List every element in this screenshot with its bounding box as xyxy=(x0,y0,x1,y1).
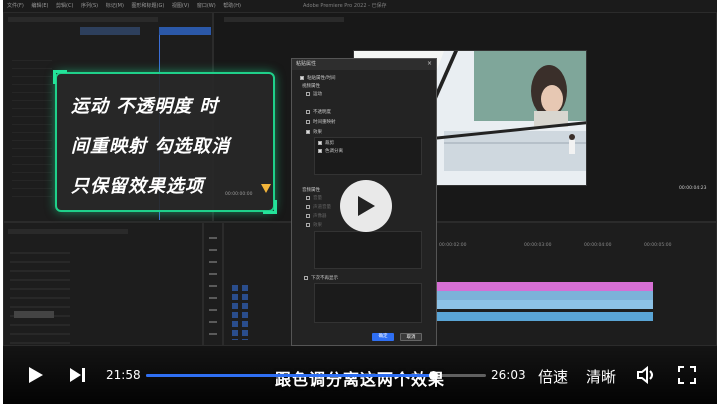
tools-panel xyxy=(203,222,223,346)
center-play-button[interactable] xyxy=(340,180,392,232)
menu-item: 序列(S) xyxy=(81,3,99,9)
project-panel xyxy=(3,222,203,346)
checkbox[interactable] xyxy=(306,196,310,200)
overlay-timecode: 00:00:00:00 xyxy=(225,192,253,197)
next-button[interactable] xyxy=(68,366,88,384)
menu-item: 窗口(W) xyxy=(196,3,216,9)
opacity-checkbox-row[interactable]: 不透明度 xyxy=(306,109,331,115)
total-time: 26:03 xyxy=(491,368,526,382)
ruler-label: 00:00:02:00 xyxy=(439,243,467,248)
menu-item: 剪辑(C) xyxy=(56,3,74,9)
volume-button[interactable] xyxy=(636,365,658,385)
paste-attr-checkbox-row[interactable]: 粘贴属性/时间 xyxy=(300,75,336,81)
menu-item: 帮助(H) xyxy=(223,3,241,9)
play-icon xyxy=(358,196,375,216)
next-icon xyxy=(70,368,85,382)
fullscreen-button[interactable] xyxy=(678,366,698,384)
no-show-checkbox-row[interactable]: 下次不再显示 xyxy=(304,275,338,281)
app-window-title: Adobe Premiere Pro 2022 - 已保存 xyxy=(303,3,387,9)
tutorial-overlay-card: 运动 不透明度 时 间重映射 勾选取消 只保留效果选项 00:00:00:00 xyxy=(53,70,277,214)
audio-effects-checkbox-row[interactable]: 效果 xyxy=(306,222,322,228)
cancel-button[interactable]: 取消 xyxy=(400,333,422,341)
progress-fill xyxy=(146,374,433,377)
checkbox[interactable] xyxy=(300,76,304,80)
audio-effects-box xyxy=(314,231,422,269)
video-frame[interactable]: 文件(F) 编辑(E) 剪辑(C) 序列(S) 标记(M) 图形和标题(G) 视… xyxy=(3,0,717,404)
menu-item: 标记(M) xyxy=(105,3,124,9)
timeline-clip-v3[interactable] xyxy=(437,282,653,291)
checkbox[interactable] xyxy=(304,276,308,280)
menu-item: 视图(V) xyxy=(171,3,190,9)
menu-item: 编辑(E) xyxy=(31,3,49,9)
time-remap-checkbox-row[interactable]: 时间重映射 xyxy=(306,119,336,125)
video-section-label: 视频属性 xyxy=(302,84,320,89)
checkbox[interactable] xyxy=(306,120,310,124)
quality-button[interactable]: 清晰 xyxy=(586,366,616,387)
timeline-clip-v2[interactable] xyxy=(437,291,653,300)
timeline-clip-v1[interactable] xyxy=(437,300,653,309)
menu-item: 文件(F) xyxy=(7,3,24,9)
play-button[interactable] xyxy=(26,366,46,384)
ruler-label: 00:00:05:00 xyxy=(644,243,672,248)
overlay-line-1: 运动 不透明度 时 xyxy=(71,96,219,117)
overlay-line-3: 只保留效果选项 xyxy=(71,176,204,197)
checkbox[interactable] xyxy=(306,223,310,227)
program-timecode: 00:00:04:23 xyxy=(679,186,707,191)
ruler-label: 00:00:03:00 xyxy=(524,243,552,248)
checkbox[interactable] xyxy=(318,141,322,145)
ok-button[interactable]: 确定 xyxy=(372,333,394,341)
play-icon xyxy=(29,367,43,383)
dialog-title: 粘贴属性 xyxy=(292,59,436,70)
speed-button[interactable]: 倍速 xyxy=(538,366,568,387)
timeline-clip-a1[interactable] xyxy=(437,312,653,321)
posterize-checkbox-row[interactable]: 色调分离 xyxy=(318,148,343,154)
channel-volume-checkbox-row[interactable]: 声道音量 xyxy=(306,204,331,210)
checkbox[interactable] xyxy=(306,205,310,209)
menu-item: 图形和标题(G) xyxy=(131,3,165,9)
checkbox[interactable] xyxy=(318,149,322,153)
progress-bar[interactable] xyxy=(146,371,486,380)
overlay-line-2: 间重映射 勾选取消 xyxy=(71,136,231,157)
ruler-label: 00:00:04:00 xyxy=(584,243,612,248)
checkbox[interactable] xyxy=(306,110,310,114)
dialog-close-icon[interactable]: × xyxy=(427,60,432,67)
checkbox[interactable] xyxy=(306,130,310,134)
panner-checkbox-row[interactable]: 声像器 xyxy=(306,213,327,219)
current-time: 21:58 xyxy=(106,368,141,382)
audio-section-label: 音频属性 xyxy=(302,188,320,193)
checkbox[interactable] xyxy=(306,214,310,218)
notes-box xyxy=(314,283,422,323)
effects-checkbox-row[interactable]: 效果 xyxy=(306,129,322,135)
warning-triangle-icon xyxy=(261,184,271,193)
checkbox[interactable] xyxy=(306,92,310,96)
crop-checkbox-row[interactable]: 裁剪 xyxy=(318,140,334,146)
volume-icon xyxy=(637,365,653,385)
progress-knob[interactable] xyxy=(428,371,438,380)
volume-checkbox-row[interactable]: 音量 xyxy=(306,195,322,201)
fullscreen-icon xyxy=(678,366,696,384)
motion-checkbox-row[interactable]: 运动 xyxy=(306,91,322,97)
